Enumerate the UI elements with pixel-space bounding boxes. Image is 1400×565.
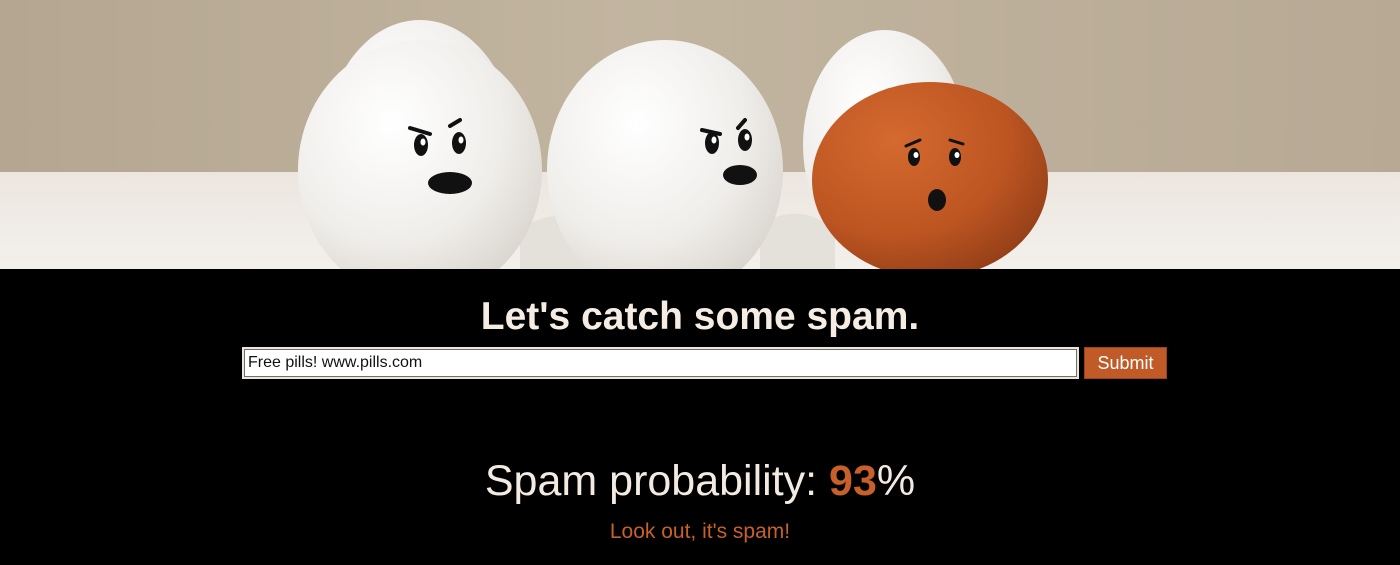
spam-verdict: Look out, it's spam! (609, 520, 791, 543)
page: Let's catch some spam. Submit Spam proba… (0, 0, 1400, 565)
spam-probability: Spam probability: 93% (0, 455, 1400, 507)
probability-value: 93 (829, 457, 877, 505)
probability-label: Spam probability: (484, 457, 830, 505)
submit-button[interactable]: Submit (1084, 347, 1167, 379)
brown-egg (812, 82, 1048, 269)
message-input[interactable] (242, 347, 1079, 379)
hero-image (0, 0, 1400, 269)
spam-form: Submit (242, 347, 1167, 379)
probability-unit: % (876, 457, 916, 505)
main-content: Let's catch some spam. Submit Spam proba… (0, 269, 1400, 565)
page-heading: Let's catch some spam. (480, 295, 920, 338)
